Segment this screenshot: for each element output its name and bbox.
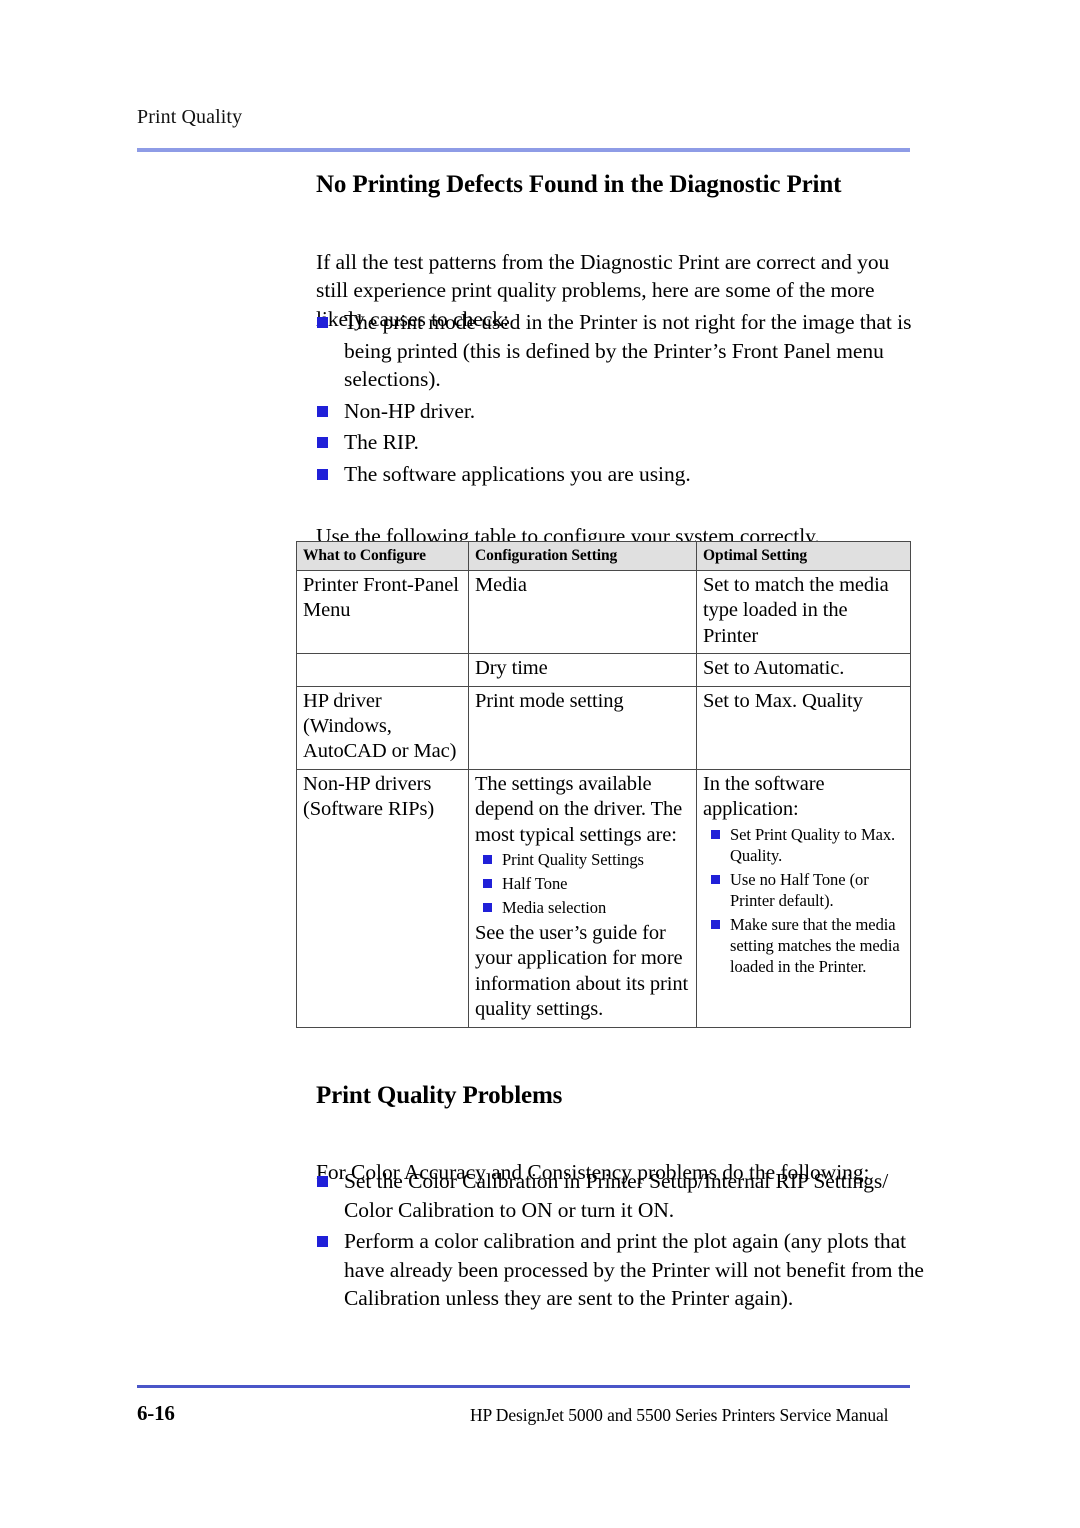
cell-lead-text: The settings available depend on the dri…	[475, 772, 683, 846]
list-item-text: Use no Half Tone (or Printer default).	[730, 869, 869, 910]
list-item: Print Quality Settings	[475, 849, 691, 870]
table-row: Printer Front-Panel Menu Media Set to ma…	[296, 569, 911, 655]
cell-optimal-setting: Set to match the media type loaded in th…	[696, 569, 911, 655]
list-item-text: The software applications you are using.	[344, 461, 691, 486]
list-item-text: Set Print Quality to Max. Quality.	[730, 824, 896, 865]
optimal-settings-list: Set Print Quality to Max. Quality. Use n…	[703, 824, 905, 977]
subsection-title: Print Quality Problems	[316, 1082, 563, 1109]
cell-configuration-setting: The settings available depend on the dri…	[468, 768, 697, 1028]
list-item: The RIP.	[316, 428, 916, 457]
header-rule	[137, 148, 910, 152]
square-bullet-icon	[483, 855, 492, 865]
list-item-text: The RIP.	[344, 430, 419, 455]
typical-settings-list: Print Quality Settings Half Tone Media s…	[475, 849, 691, 918]
section-title: No Printing Defects Found in the Diagnos…	[316, 171, 842, 198]
list-item: Use no Half Tone (or Printer default).	[703, 869, 905, 911]
list-item-text: Set the Color Calibration in Printer Set…	[344, 1169, 889, 1222]
square-bullet-icon	[711, 829, 720, 839]
likely-causes-list: The print mode used in the Printer is no…	[316, 308, 916, 492]
square-bullet-icon	[317, 468, 328, 480]
cell-optimal-setting: In the software application: Set Print Q…	[696, 768, 911, 1028]
cell-what-to-configure: HP driver (Windows, AutoCAD or Mac)	[296, 685, 469, 770]
table-row: Non-HP drivers (Software RIPs) The setti…	[296, 768, 911, 1028]
color-accuracy-steps-list: Set the Color Calibration in Printer Set…	[316, 1167, 926, 1316]
list-item: Half Tone	[475, 873, 691, 894]
footer-manual-title: HP DesignJet 5000 and 5500 Series Printe…	[470, 1405, 889, 1425]
cell-what-to-configure: Printer Front-Panel Menu	[296, 569, 469, 655]
page-number: 6-16	[137, 1401, 175, 1425]
document-page: Print Quality No Printing Defects Found …	[0, 0, 1080, 1528]
list-item: The software applications you are using.	[316, 460, 916, 489]
table-header-row: What to Configure Configuration Setting …	[296, 541, 911, 571]
list-item: Perform a color calibration and print th…	[316, 1227, 926, 1313]
square-bullet-icon	[711, 919, 720, 929]
list-item: Make sure that the media setting matches…	[703, 914, 905, 977]
list-item-text: Print Quality Settings	[502, 850, 644, 870]
list-item: Media selection	[475, 897, 691, 918]
square-bullet-icon	[317, 1236, 328, 1248]
square-bullet-icon	[317, 317, 328, 328]
list-item: Set the Color Calibration in Printer Set…	[316, 1167, 926, 1224]
cell-configuration-setting: Print mode setting	[468, 685, 697, 770]
running-head: Print Quality	[137, 106, 243, 128]
cell-what-to-configure: Non-HP drivers (Software RIPs)	[296, 768, 469, 1028]
cell-optimal-setting: Set to Max. Quality	[696, 685, 911, 770]
configuration-table: What to Configure Configuration Setting …	[296, 541, 911, 1028]
table-row: Dry time Set to Automatic.	[296, 653, 911, 687]
column-header-what-to-configure: What to Configure	[296, 541, 469, 571]
cell-optimal-setting: Set to Automatic.	[696, 653, 911, 687]
square-bullet-icon	[317, 437, 328, 449]
column-header-optimal-setting: Optimal Setting	[696, 541, 911, 571]
list-item-text: Half Tone	[502, 874, 568, 894]
cell-lead-text: In the software application:	[703, 772, 825, 821]
list-item-text: The print mode used in the Printer is no…	[344, 310, 912, 392]
list-item: Non-HP driver.	[316, 397, 916, 426]
square-bullet-icon	[317, 1176, 328, 1187]
square-bullet-icon	[711, 874, 720, 884]
table-row: HP driver (Windows, AutoCAD or Mac) Prin…	[296, 685, 911, 770]
cell-what-to-configure	[296, 653, 469, 687]
list-item-text: Perform a color calibration and print th…	[344, 1229, 924, 1311]
list-item: The print mode used in the Printer is no…	[316, 308, 916, 394]
cell-configuration-setting: Media	[468, 569, 697, 655]
square-bullet-icon	[483, 903, 492, 913]
list-item: Set Print Quality to Max. Quality.	[703, 824, 905, 866]
column-header-configuration-setting: Configuration Setting	[468, 541, 697, 571]
cell-tail-text: See the user’s guide for your applicatio…	[475, 922, 689, 1021]
square-bullet-icon	[317, 405, 328, 417]
list-item-text: Media selection	[502, 898, 607, 918]
list-item-text: Make sure that the media setting matches…	[730, 914, 900, 976]
list-item-text: Non-HP driver.	[344, 398, 476, 423]
cell-configuration-setting: Dry time	[468, 653, 697, 687]
square-bullet-icon	[483, 879, 492, 889]
footer-rule	[137, 1385, 910, 1388]
